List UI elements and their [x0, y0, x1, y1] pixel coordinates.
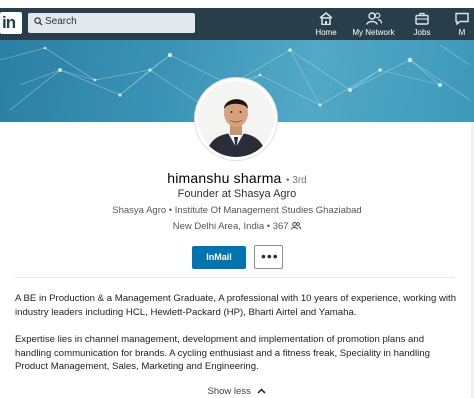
nav-item-my-network[interactable]: My Network	[351, 11, 396, 39]
connections-count[interactable]: 367	[273, 221, 289, 232]
people-icon	[365, 12, 382, 25]
nav-item-home[interactable]: Home	[310, 11, 342, 39]
profile-experience-education: Shasya Agro • Institute Of Management St…	[0, 205, 474, 216]
home-icon	[319, 12, 333, 25]
summary-paragraph-2: Expertise lies in channel management, de…	[15, 334, 430, 372]
nav-label-jobs: Jobs	[413, 28, 431, 37]
more-actions-button[interactable]: •••	[254, 245, 283, 269]
search-placeholder: Search	[45, 16, 77, 27]
profile-location-row: New Delhi Area, India • 367	[0, 221, 474, 232]
show-less-label: Show less	[207, 386, 251, 397]
profile-photo-image	[198, 81, 274, 157]
briefcase-icon	[415, 12, 429, 25]
linkedin-logo[interactable]: in	[0, 12, 22, 34]
summary-paragraph-1: A BE in Production & a Management Gradua…	[15, 293, 457, 318]
nav-label-home: Home	[315, 28, 337, 37]
message-icon	[455, 12, 469, 25]
logo-text: in	[2, 13, 16, 32]
profile-name: himanshu sharma	[167, 170, 282, 186]
nav-item-messaging[interactable]: M	[450, 11, 474, 39]
more-dots-icon: •••	[261, 248, 279, 264]
nav-item-jobs[interactable]: Jobs	[405, 11, 439, 39]
profile-photo[interactable]	[195, 78, 277, 160]
current-company-link[interactable]: Shasya Agro	[112, 205, 166, 216]
education-link[interactable]: Institute Of Management Studies Ghaziaba…	[175, 205, 362, 216]
profile-location: New Delhi Area, India	[172, 221, 265, 232]
nav-label-my-network: My Network	[352, 28, 395, 37]
top-navigation-bar: in Search Home My Network Jobs M	[0, 8, 474, 40]
chevron-up-icon	[257, 388, 267, 395]
profile-name-row: himanshu sharma • 3rd	[0, 170, 474, 188]
connections-icon	[291, 222, 302, 231]
profile-page: in Search Home My Network Jobs M himansh…	[0, 0, 474, 398]
inmail-button[interactable]: InMail	[192, 246, 246, 269]
nav-label-messaging: M	[458, 28, 466, 37]
section-divider	[14, 277, 454, 278]
connection-degree-badge: • 3rd	[286, 175, 307, 186]
show-less-toggle[interactable]: Show less	[0, 386, 474, 397]
search-input[interactable]: Search	[28, 13, 195, 33]
profile-headline: Founder at Shasya Agro	[177, 188, 297, 200]
search-icon	[34, 17, 43, 26]
